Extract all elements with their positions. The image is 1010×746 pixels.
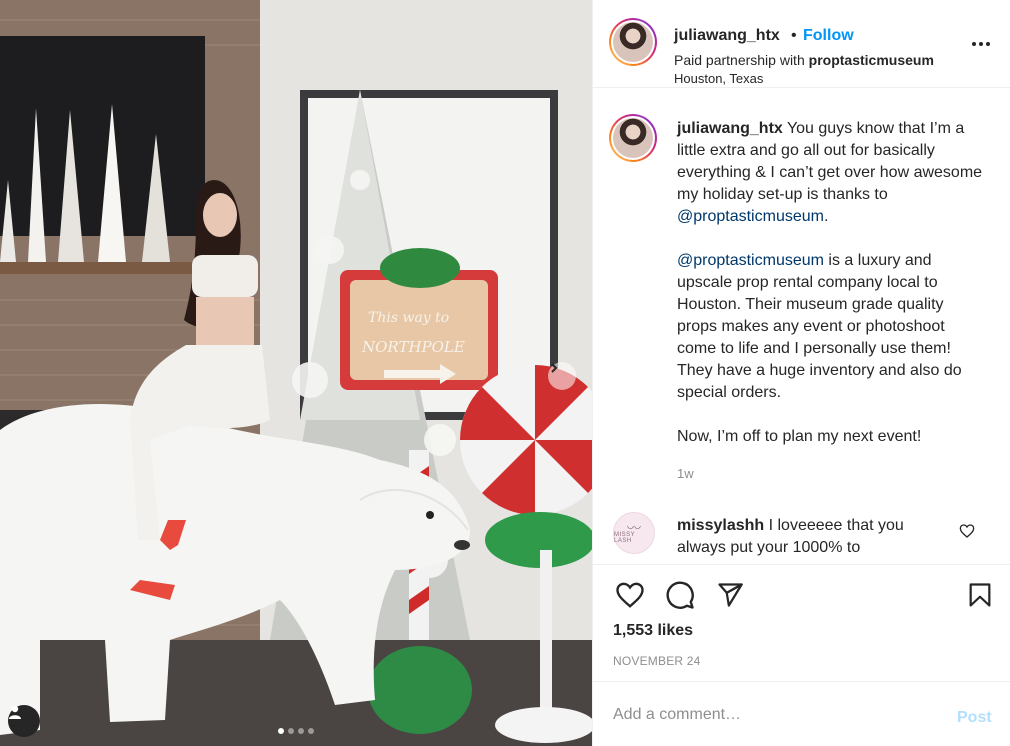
post-date[interactable]: NOVEMBER 24 — [613, 654, 701, 668]
comment-item: missylashh I loveeeee that you always pu… — [677, 515, 947, 559]
caption-mention[interactable]: @proptasticmuseum — [677, 252, 824, 269]
save-button[interactable] — [963, 578, 997, 612]
more-options-icon[interactable] — [969, 34, 993, 54]
comment-heart-icon[interactable] — [959, 523, 975, 539]
carousel-dot — [288, 728, 294, 734]
carousel-next-button[interactable] — [548, 362, 576, 390]
caption-author-avatar[interactable] — [609, 114, 657, 162]
author-avatar[interactable] — [609, 18, 657, 66]
header-separator: • — [791, 27, 797, 44]
chevron-right-icon — [551, 363, 558, 373]
post-details-panel: juliawang_htx • Follow Paid partnership … — [592, 0, 1010, 746]
commenter-username[interactable]: missylashh — [677, 517, 764, 534]
comment-button[interactable] — [663, 578, 697, 612]
person-icon — [9, 705, 21, 719]
post-image: This way to NORTHPOLE — [0, 0, 592, 746]
caption-paragraph: Now, I’m off to plan my next event! — [677, 426, 987, 448]
partner-link[interactable]: proptasticmuseum — [809, 52, 934, 68]
follow-button[interactable]: Follow — [803, 27, 854, 45]
like-button[interactable] — [613, 578, 647, 612]
carousel-dot — [298, 728, 304, 734]
caption-timestamp[interactable]: 1w — [677, 466, 694, 481]
commenter-avatar[interactable]: ◡◡ MISSY LASH — [613, 512, 655, 554]
caption-text: is a luxury and upscale prop rental comp… — [677, 252, 962, 401]
partnership-prefix: Paid partnership with — [674, 52, 809, 68]
avatar-brand-text: MISSY LASH — [614, 532, 636, 544]
caption-text: . — [823, 208, 829, 225]
share-button[interactable] — [713, 578, 747, 612]
location-link[interactable]: Houston, Texas — [674, 71, 763, 86]
carousel-dot — [308, 728, 314, 734]
post-comment-button[interactable]: Post — [957, 709, 992, 727]
carousel-dot — [278, 728, 284, 734]
sign-text-line1: This way to — [368, 310, 449, 326]
caption-paragraph: @proptasticmuseum is a luxury and upscal… — [677, 250, 987, 404]
lashes-logo: ◡◡ — [627, 521, 641, 530]
sign-text-line2: NORTHPOLE — [361, 338, 465, 356]
likes-count[interactable]: 1,553 likes — [613, 622, 693, 640]
post-header: juliawang_htx • Follow Paid partnership … — [593, 0, 1010, 88]
bookmark-icon — [969, 583, 991, 607]
caption-paragraph: juliawang_htx You guys know that I’m a l… — [677, 118, 987, 228]
caption-mention[interactable]: @proptasticmuseum — [677, 208, 824, 225]
carousel-indicator — [0, 728, 592, 734]
paid-partnership-label: Paid partnership with proptasticmuseum — [674, 52, 934, 68]
author-username[interactable]: juliawang_htx — [674, 27, 780, 45]
heart-icon — [616, 582, 644, 608]
post-photo[interactable]: This way to NORTHPOLE — [0, 0, 592, 746]
comment-input[interactable] — [613, 706, 933, 724]
post-caption: juliawang_htx You guys know that I’m a l… — [677, 118, 987, 470]
comment-composer: Post — [593, 681, 1010, 746]
paper-plane-icon — [718, 583, 743, 607]
caption-username[interactable]: juliawang_htx — [677, 120, 783, 137]
comment-icon — [666, 581, 694, 609]
caption-text: Now, I’m off to plan my next event! — [677, 428, 922, 445]
